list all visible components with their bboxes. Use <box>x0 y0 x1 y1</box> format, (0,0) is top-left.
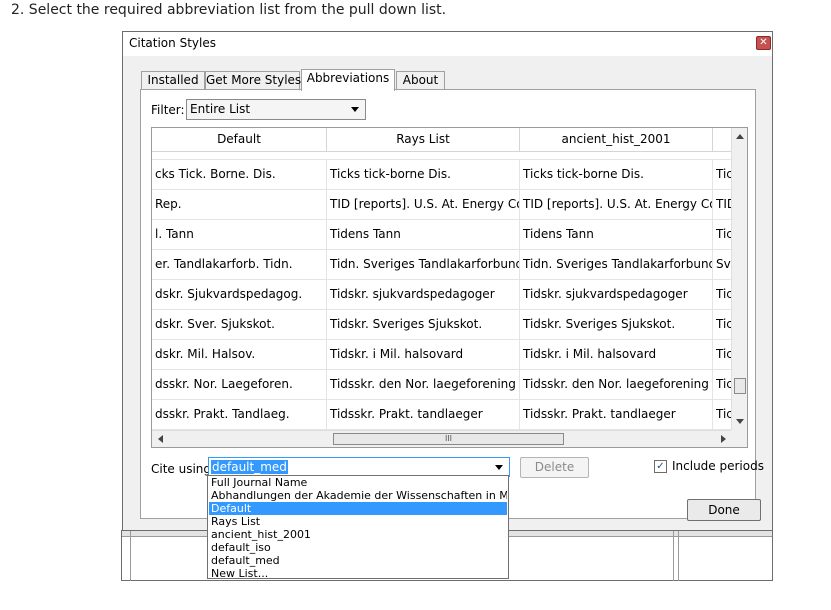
cell-rays-list: Tidsskr. den Nor. laegeforening T... <box>327 370 520 400</box>
option-default[interactable]: Default <box>209 502 507 515</box>
cite-using-dropdown[interactable]: default_med <box>208 457 510 477</box>
scroll-down-icon[interactable] <box>736 419 744 424</box>
cell-default: Rep. <box>152 190 327 220</box>
cell-default: dsskr. Nor. Laegeforen. <box>152 370 327 400</box>
title-bar: Citation Styles ✕ <box>123 32 772 56</box>
cell-partial: Tic <box>716 317 732 331</box>
abbreviations-table: Default Rays List ancient_hist_2001 cks … <box>151 127 748 448</box>
cite-using-value: default_med <box>211 460 288 474</box>
cell-ancient-hist: Tidsskr. Prakt. tandlaeger <box>520 400 713 430</box>
scroll-left-icon[interactable] <box>158 435 163 443</box>
cell-ancient-hist: Tidskr. Sveriges Sjukskot. <box>520 310 713 340</box>
horizontal-scroll-thumb[interactable]: III <box>333 433 564 445</box>
horizontal-scrollbar[interactable]: III <box>152 430 732 447</box>
table-row[interactable]: cks Tick. Borne. Dis. Ticks tick-borne D… <box>152 160 732 190</box>
cell-partial: Tic <box>716 167 732 181</box>
option-full-journal-name[interactable]: Full Journal Name <box>209 476 507 489</box>
cell-ancient-hist: Tidn. Sveriges Tandlakarforbund <box>520 250 713 280</box>
cite-using-options-list: Full Journal Name Abhandlungen der Akade… <box>207 475 509 580</box>
table-row[interactable]: dsskr. Prakt. Tandlaeg. Tidsskr. Prakt. … <box>152 400 732 430</box>
tab-installed[interactable]: Installed <box>141 71 205 90</box>
cell-ancient-hist: Tidskr. i Mil. halsovard <box>520 340 713 370</box>
tab-abbreviations[interactable]: Abbreviations <box>301 69 395 91</box>
cell-rays-list: Tidskr. Sveriges Sjukskot. <box>327 310 520 340</box>
tab-get-more-styles[interactable]: Get More Styles <box>205 71 301 90</box>
cell-rays-list: Tidskr. i Mil. halsovard <box>327 340 520 370</box>
cell-partial: Sv <box>716 257 731 271</box>
table-row[interactable]: dskr. Sjukvardspedagog. Tidskr. sjukvard… <box>152 280 732 310</box>
cell-rays-list: TID [reports]. U.S. At. Energy Co... <box>327 190 520 220</box>
cell-rays-list: Tidn. Sveriges Tandlakarforbund <box>327 250 520 280</box>
table-row[interactable]: er. Tandlakarforb. Tidn. Tidn. Sveriges … <box>152 250 732 280</box>
table-row[interactable]: dskr. Sver. Sjukskot. Tidskr. Sveriges S… <box>152 310 732 340</box>
cell-default: cks Tick. Borne. Dis. <box>152 160 327 190</box>
cell-partial: Tic <box>716 347 732 361</box>
column-header-default[interactable]: Default <box>152 128 327 152</box>
scroll-corner <box>731 430 747 447</box>
instruction-text: 2. Select the required abbreviation list… <box>11 2 447 18</box>
option-default-med[interactable]: default_med <box>209 554 507 567</box>
cell-rays-list: Tidsskr. Prakt. tandlaeger <box>327 400 520 430</box>
vertical-scrollbar[interactable] <box>731 128 747 430</box>
table-row[interactable]: l. Tann Tidens Tann Tidens Tann Tic <box>152 220 732 250</box>
cell-rays-list: Tidskr. sjukvardspedagoger <box>327 280 520 310</box>
column-header-rays-list[interactable]: Rays List <box>327 128 520 152</box>
cite-using-label: Cite using: <box>151 462 216 476</box>
cell-rays-list: Ticks tick-borne Dis. <box>327 160 520 190</box>
cell-default: dskr. Sver. Sjukskot. <box>152 310 327 340</box>
include-periods-label: Include periods <box>672 459 764 473</box>
cell-ancient-hist: Tidsskr. den Nor. laegeforening T... <box>520 370 713 400</box>
close-icon[interactable]: ✕ <box>756 36 771 50</box>
option-default-iso[interactable]: default_iso <box>209 541 507 554</box>
abbreviations-panel: Filter: Entire List Default Rays List an… <box>140 89 764 519</box>
done-button[interactable]: Done <box>687 499 761 521</box>
include-periods-checkbox[interactable]: ✓ <box>654 460 667 473</box>
option-rays-list[interactable]: Rays List <box>209 515 507 528</box>
chevron-down-icon <box>495 465 503 470</box>
cell-rays-list: Tidens Tann <box>327 220 520 250</box>
table-row[interactable]: dsskr. Nor. Laegeforen. Tidsskr. den Nor… <box>152 370 732 400</box>
filter-dropdown[interactable]: Entire List <box>186 99 366 120</box>
citation-styles-dialog: Citation Styles ✕ Installed Get More Sty… <box>122 31 773 531</box>
column-header-ancient-hist[interactable]: ancient_hist_2001 <box>520 128 713 152</box>
cell-default: dsskr. Prakt. Tandlaeg. <box>152 400 327 430</box>
cell-partial: TID <box>716 197 732 211</box>
table-row[interactable]: Rep. TID [reports]. U.S. At. Energy Co..… <box>152 190 732 220</box>
cell-ancient-hist: Tidskr. sjukvardspedagoger <box>520 280 713 310</box>
cell-partial: Tic <box>716 227 732 241</box>
table-row-partial <box>152 152 732 160</box>
cell-ancient-hist: Tidens Tann <box>520 220 713 250</box>
dialog-title: Citation Styles <box>129 36 216 50</box>
cell-partial: Tic <box>716 377 732 391</box>
option-new-list[interactable]: New List... <box>209 567 507 580</box>
cell-ancient-hist: TID [reports]. U.S. At. Energy Co... <box>520 190 713 220</box>
option-abhandlungen[interactable]: Abhandlungen der Akademie der Wissenscha… <box>209 489 507 502</box>
chevron-down-icon <box>351 107 359 112</box>
scroll-right-icon[interactable] <box>721 435 726 443</box>
scroll-up-icon[interactable] <box>736 134 744 139</box>
vertical-scroll-thumb[interactable] <box>734 378 746 394</box>
table-header: Default Rays List ancient_hist_2001 <box>152 128 732 152</box>
filter-value: Entire List <box>190 102 251 116</box>
table-row[interactable]: dskr. Mil. Halsov. Tidskr. i Mil. halsov… <box>152 340 732 370</box>
cell-ancient-hist: Ticks tick-borne Dis. <box>520 160 713 190</box>
delete-button[interactable]: Delete <box>520 457 589 478</box>
column-header-partial[interactable] <box>713 128 732 152</box>
tab-about[interactable]: About <box>396 71 445 90</box>
cell-default: er. Tandlakarforb. Tidn. <box>152 250 327 280</box>
table-body: cks Tick. Borne. Dis. Ticks tick-borne D… <box>152 152 732 430</box>
cell-default: dskr. Mil. Halsov. <box>152 340 327 370</box>
cell-default: l. Tann <box>152 220 327 250</box>
cell-partial: Tic <box>716 407 732 421</box>
option-ancient-hist-2001[interactable]: ancient_hist_2001 <box>209 528 507 541</box>
cell-partial: Tic <box>716 287 732 301</box>
filter-label: Filter: <box>151 103 185 117</box>
cell-default: dskr. Sjukvardspedagog. <box>152 280 327 310</box>
